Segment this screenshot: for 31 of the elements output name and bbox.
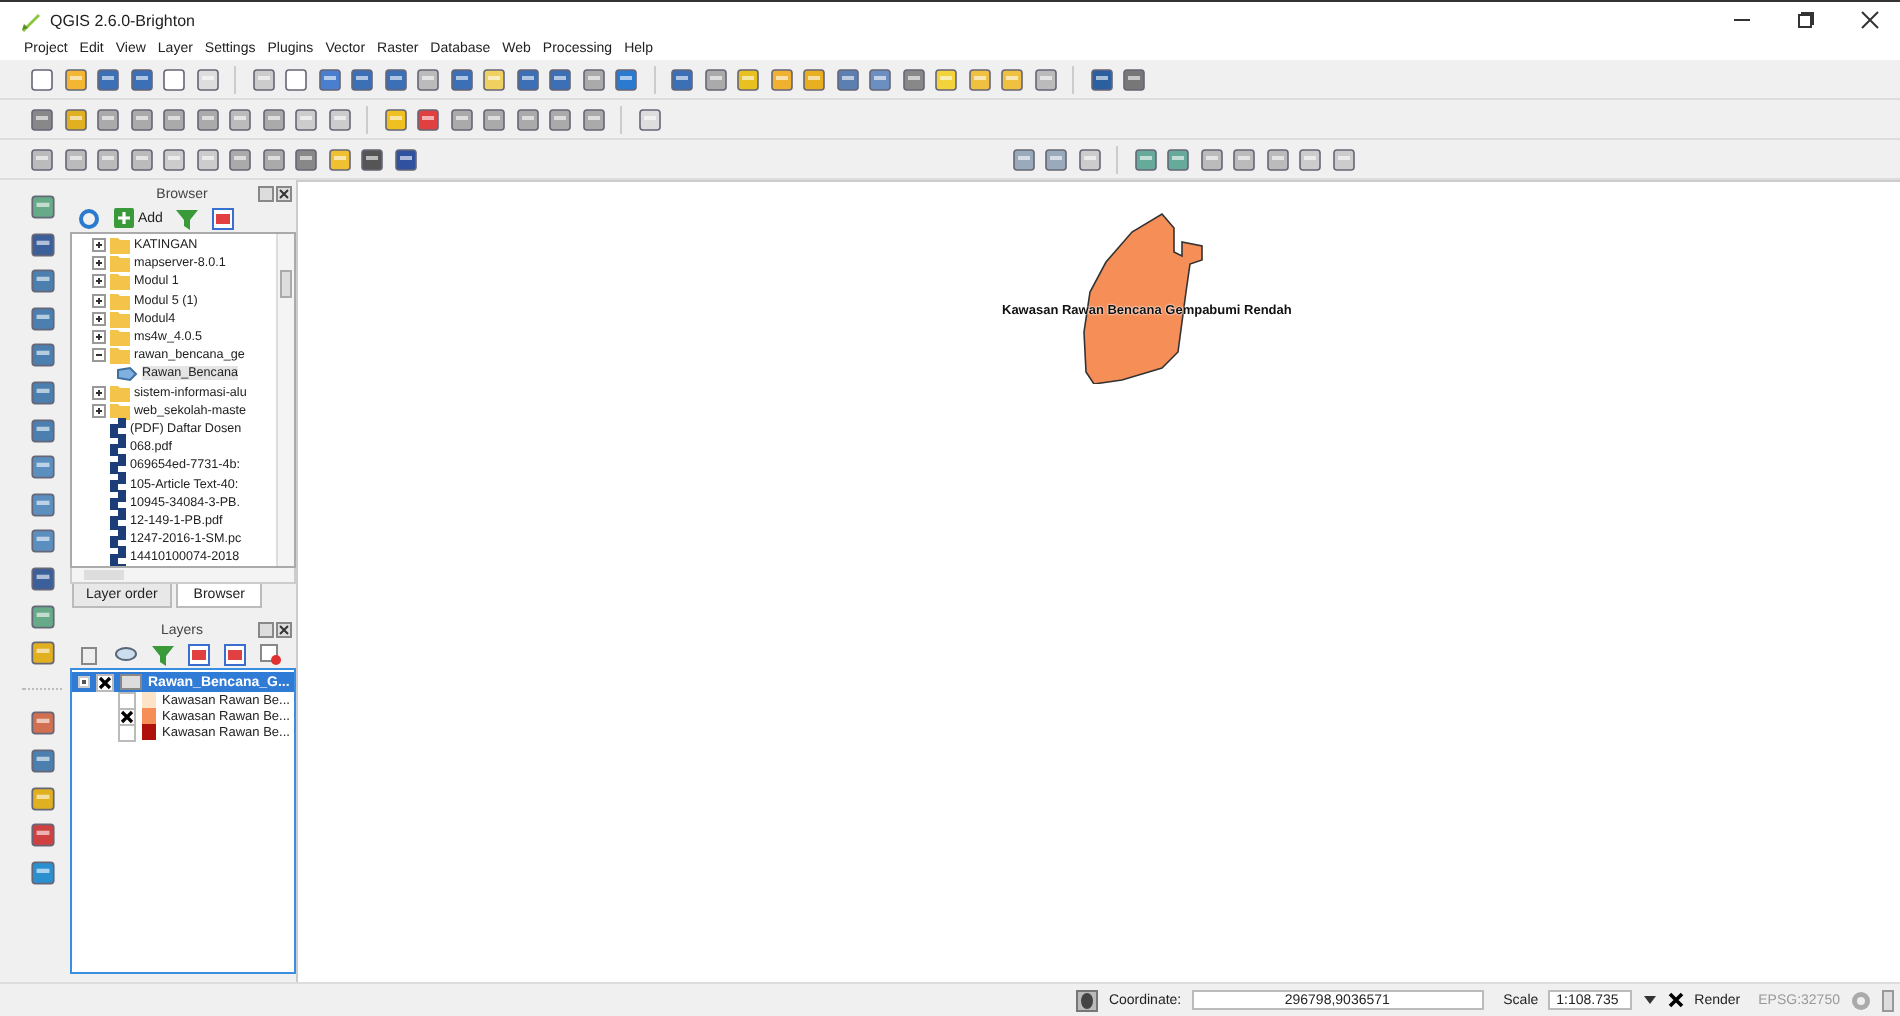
polygon-layer-icon	[116, 365, 138, 382]
pencil-logo-icon	[20, 9, 42, 31]
dropdown-caret-icon[interactable]	[1642, 994, 1659, 1006]
collapse-icon[interactable]	[78, 676, 90, 688]
collapse-all-icon[interactable]	[212, 207, 235, 229]
remove-layer-icon[interactable]	[260, 643, 282, 665]
collapse-all-icon[interactable]	[224, 643, 246, 665]
scrollbar[interactable]	[276, 234, 294, 566]
expand-icon[interactable]	[92, 311, 106, 326]
horizontal-scrollbar[interactable]	[70, 568, 296, 584]
layer-icon	[120, 674, 142, 690]
expand-icon[interactable]	[92, 274, 106, 289]
eye-icon[interactable]	[114, 643, 138, 665]
expand-all-icon[interactable]	[188, 643, 210, 665]
expand-icon[interactable]	[92, 330, 106, 345]
close-icon[interactable]	[276, 186, 292, 202]
expand-icon[interactable]	[92, 256, 106, 271]
collapse-icon[interactable]	[92, 348, 106, 363]
close-icon[interactable]	[276, 622, 292, 638]
expand-icon[interactable]	[92, 238, 106, 253]
expand-icon[interactable]	[92, 403, 106, 418]
message-icon[interactable]	[1882, 989, 1894, 1011]
expand-icon[interactable]	[92, 293, 106, 308]
mouse-icon[interactable]	[1076, 989, 1099, 1011]
render-checkbox[interactable]	[1668, 992, 1685, 1008]
expand-icon[interactable]	[92, 385, 106, 400]
layer-checkbox[interactable]	[96, 673, 114, 691]
restore-icon[interactable]	[1796, 10, 1816, 30]
window-title: QGIS 2.6.0-Brighton	[50, 11, 195, 29]
add-group-icon[interactable]	[78, 643, 100, 665]
close-icon[interactable]	[1860, 10, 1880, 30]
